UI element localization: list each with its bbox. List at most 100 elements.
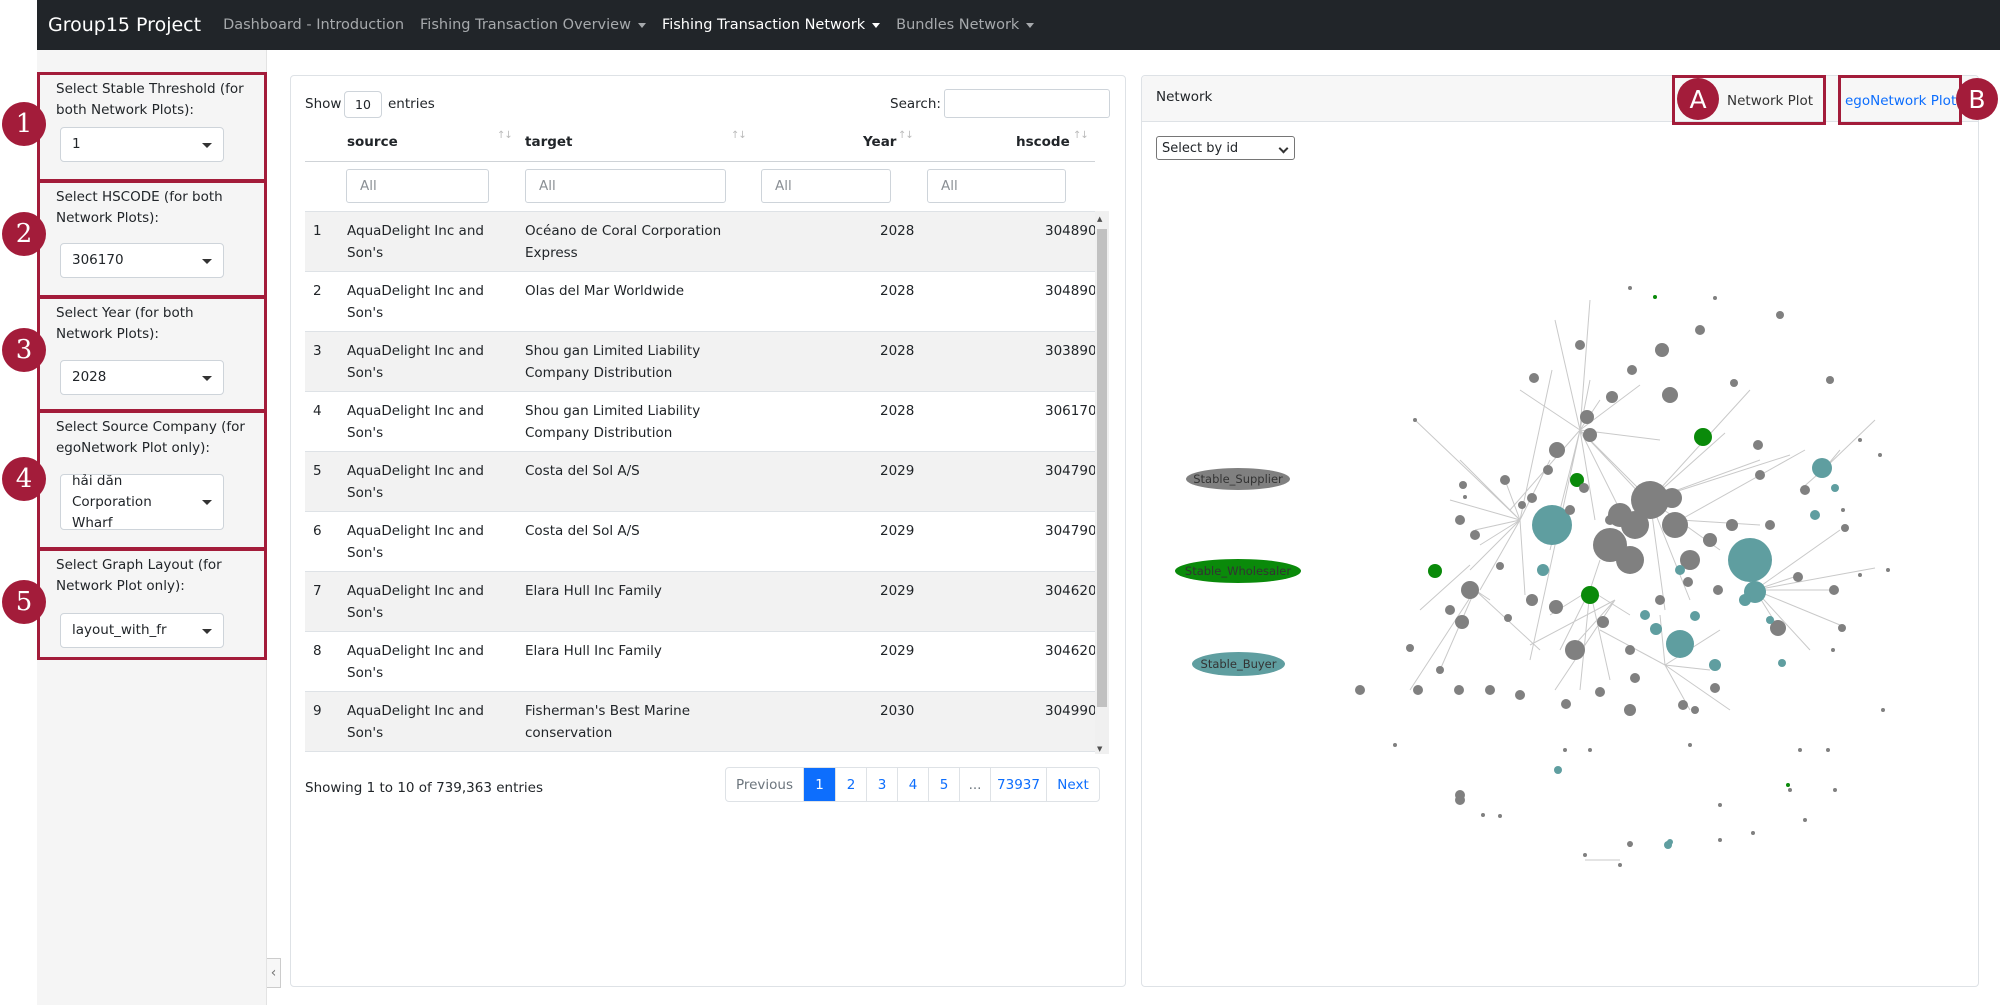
pagination-page-3[interactable]: 3 [866,768,897,801]
column-header-source[interactable]: source [347,134,398,150]
table-row[interactable]: 2 AquaDelight Inc and Son's Olas del Mar … [305,272,1095,332]
source-company-select[interactable]: hải dăn Corporation Wharf [60,473,224,531]
cell-line: Son's [347,665,384,681]
step-badge-2: 2 [2,212,46,256]
caret-down-icon [637,22,646,28]
sort-icon[interactable]: ↑↓ [898,130,914,141]
cell-target: Shou gan Limited Liability Company Distri… [525,400,700,444]
entries-label: entries [388,96,435,112]
nav-fishing-transaction-overview[interactable]: Fishing Transaction Overview [420,17,646,33]
header-divider [305,161,1095,162]
cell-year: 2029 [880,643,915,659]
sort-icon[interactable]: ↑↓ [497,130,513,141]
cell-source: AquaDelight Inc and Son's [347,400,484,444]
table-row[interactable]: 4 AquaDelight Inc and Son's Shou gan Limi… [305,392,1095,452]
filter-source[interactable]: All [346,169,489,203]
pagination-previous[interactable]: Previous [726,768,803,801]
cell-line: AquaDelight Inc and [347,463,484,479]
pagination-ellipsis: ... [959,768,990,801]
legend-stable-buyer[interactable]: Stable_Buyer [1192,652,1285,676]
cell-line: Olas del Mar Worldwide [525,283,685,299]
cell-line: Express [525,245,578,261]
cell-target: Elara Hull Inc Family [525,640,662,662]
cell-source: AquaDelight Inc and Son's [347,520,484,564]
cell-line: AquaDelight Inc and [347,583,484,599]
step-badge-4: 4 [2,457,46,501]
select-value: layout_with_fr [72,622,167,638]
cell-line: Son's [347,425,384,441]
table-row[interactable]: 8 AquaDelight Inc and Son's Elara Hull In… [305,632,1095,692]
cell-index: 3 [313,343,322,359]
filter-year[interactable]: All [761,169,891,203]
pagination-next[interactable]: Next [1046,768,1099,801]
cell-year: 2028 [880,283,915,299]
select-by-id-dropdown[interactable]: Select by id [1156,136,1295,160]
legend-stable-wholesaler[interactable]: Stable_Wholesaler [1175,559,1301,583]
legend-stable-supplier[interactable]: Stable_Supplier [1186,468,1290,490]
entries-length-select[interactable]: 10 [344,91,382,118]
cell-line: AquaDelight Inc and [347,223,484,239]
cell-line: Company Distribution [525,365,673,381]
column-header-year[interactable]: Year [863,134,896,150]
tab-network-plot[interactable]: Network Plot [1727,93,1813,109]
table-row[interactable]: 6 AquaDelight Inc and Son's Costa del Sol… [305,512,1095,572]
caret-down-icon [1026,22,1035,28]
table-row[interactable]: 3 AquaDelight Inc and Son's Shou gan Limi… [305,332,1095,392]
filter-hscode[interactable]: All [927,169,1066,203]
table-row[interactable]: 9 AquaDelight Inc and Son's Fisherman's B… [305,692,1095,752]
cell-hscode: 304890 [1045,283,1095,299]
cell-line: Elara Hull Inc Family [525,643,662,659]
dropdown-arrow-icon [202,142,212,148]
cell-source: AquaDelight Inc and Son's [347,700,484,744]
sort-icon[interactable]: ↑↓ [731,130,747,141]
pagination-page-5[interactable]: 5 [928,768,959,801]
nav-fishing-transaction-network[interactable]: Fishing Transaction Network [662,17,881,33]
caret-down-icon [872,22,881,28]
scroll-down-icon[interactable]: ▼ [1097,745,1102,753]
hscode-select[interactable]: 306170 [60,243,224,278]
network-graph[interactable] [1300,270,1940,870]
table-row[interactable]: 1 AquaDelight Inc and Son's Océano de Cor… [305,212,1095,272]
network-edges [1409,299,1876,861]
cell-line: AquaDelight Inc and [347,643,484,659]
table-scrollbar-thumb[interactable] [1097,229,1107,707]
pagination-page-1[interactable]: 1 [803,768,835,801]
cell-source: AquaDelight Inc and Son's [347,340,484,384]
cell-line: Company Distribution [525,425,673,441]
cell-target: Olas del Mar Worldwide [525,280,684,302]
pagination-page-last[interactable]: 73937 [990,768,1046,801]
cell-line: Elara Hull Inc Family [525,583,662,599]
control-source-company: Select Source Company (for egoNetwork Pl… [37,410,267,550]
cell-index: 6 [313,523,322,539]
pagination-page-4[interactable]: 4 [897,768,928,801]
control-stable-threshold: Select Stable Threshold (for both Networ… [37,72,267,182]
column-header-target[interactable]: target [525,134,573,150]
search-input[interactable] [944,89,1110,118]
pagination-page-2[interactable]: 2 [835,768,866,801]
filter-target[interactable]: All [525,169,726,203]
tab-egonetwork-plot[interactable]: egoNetwork Plot [1845,93,1956,109]
sidebar-collapse-toggle[interactable]: ‹ [267,958,281,988]
cell-year: 2029 [880,523,915,539]
select-value: 2028 [72,369,107,385]
sort-icon[interactable]: ↑↓ [1073,130,1089,141]
graph-layout-select[interactable]: layout_with_fr [60,613,224,648]
nav-dashboard-introduction[interactable]: Dashboard - Introduction [223,17,404,33]
scroll-up-icon[interactable]: ▲ [1097,215,1102,223]
nav-bundles-network[interactable]: Bundles Network [896,17,1035,33]
cell-index: 8 [313,643,322,659]
table-row[interactable]: 5 AquaDelight Inc and Son's Costa del Sol… [305,452,1095,512]
table-info: Showing 1 to 10 of 739,363 entries [305,780,544,796]
column-header-hscode[interactable]: hscode [1016,134,1070,150]
stable-threshold-select[interactable]: 1 [60,127,224,162]
table-row[interactable]: 7 AquaDelight Inc and Son's Elara Hull In… [305,572,1095,632]
cell-target: Costa del Sol A/S [525,460,640,482]
dropdown-arrow-icon [202,628,212,634]
cell-index: 5 [313,463,322,479]
network-nodes [1355,286,1890,867]
select-value: hải dăn Corporation Wharf [72,472,152,531]
cell-hscode: 304790 [1045,523,1095,539]
top-navbar: Group15 Project Dashboard - Introduction… [37,0,2000,50]
year-select[interactable]: 2028 [60,360,224,395]
brand-title[interactable]: Group15 Project [48,14,201,36]
